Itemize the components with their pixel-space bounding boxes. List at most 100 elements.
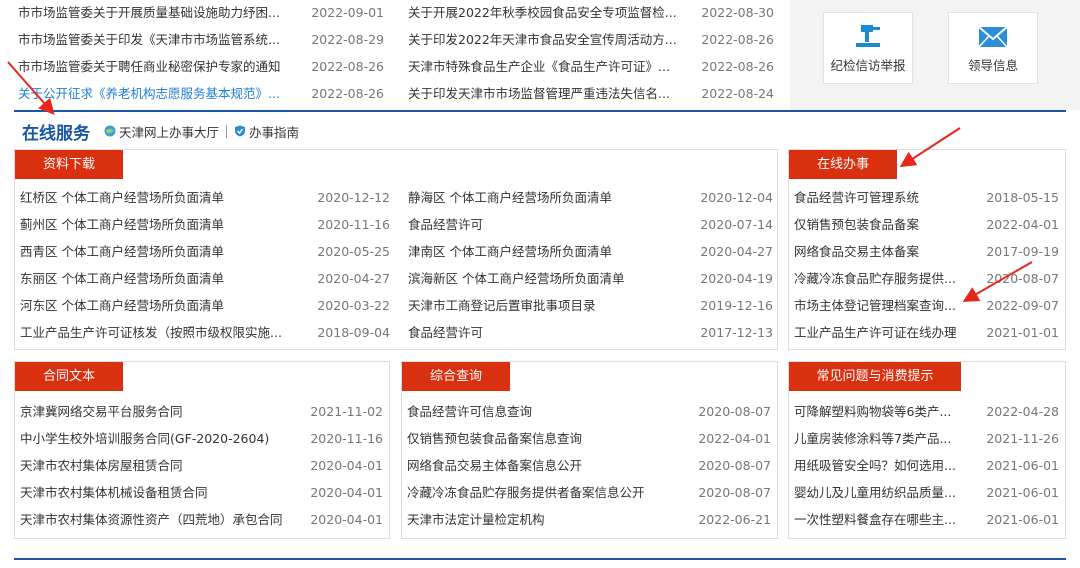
item-title[interactable]: 蓟州区 个体工商户经营场所负面清单 bbox=[20, 211, 224, 238]
news-title[interactable]: 关于印发天津市市场监督管理严重违法失信名... bbox=[408, 80, 678, 107]
news-item[interactable]: 市市场监管委关于开展质量基础设施助力纾困... 2022-09-01 bbox=[18, 0, 388, 26]
item-title[interactable]: 市场主体登记管理档案查询... bbox=[794, 292, 956, 319]
news-title[interactable]: 天津市特殊食品生产企业《食品生产许可证》... bbox=[408, 53, 678, 80]
item-title[interactable]: 天津市法定计量检定机构 bbox=[407, 506, 545, 533]
list-item[interactable]: 天津市农村集体房屋租赁合同 2020-04-01 bbox=[20, 452, 383, 479]
list-item[interactable]: 津南区 个体工商户经营场所负面清单 2020-04-27 bbox=[408, 238, 773, 265]
list-item[interactable]: 红桥区 个体工商户经营场所负面清单 2020-12-12 bbox=[20, 184, 390, 211]
item-title[interactable]: 食品经营许可信息查询 bbox=[407, 398, 532, 425]
item-title[interactable]: 天津市工商登记后置审批事项目录 bbox=[408, 292, 596, 319]
news-item[interactable]: 市市场监管委关于聘任商业秘密保护专家的通知 2022-08-26 bbox=[18, 53, 388, 80]
item-title[interactable]: 食品经营许可 bbox=[408, 211, 483, 238]
item-title[interactable]: 津南区 个体工商户经营场所负面清单 bbox=[408, 238, 612, 265]
list-item[interactable]: 冷藏冷冻食品贮存服务提供者备案信息公开 2020-08-07 bbox=[407, 479, 771, 506]
news-item[interactable]: 关于印发2022年天津市食品安全宣传周活动方... 2022-08-26 bbox=[408, 26, 778, 53]
contracts-tab[interactable]: 合同文本 bbox=[15, 362, 123, 391]
item-title[interactable]: 河东区 个体工商户经营场所负面清单 bbox=[20, 292, 224, 319]
item-title[interactable]: 冷藏冷冻食品贮存服务提供... bbox=[794, 265, 956, 292]
item-title[interactable]: 天津市农村集体资源性资产（四荒地）承包合同 bbox=[20, 506, 283, 533]
item-date: 2020-11-16 bbox=[317, 217, 390, 232]
item-title[interactable]: 婴幼儿及儿童用纺织品质量... bbox=[794, 479, 956, 506]
news-title[interactable]: 关于公开征求《养老机构志愿服务基本规范》... bbox=[18, 80, 288, 107]
list-item[interactable]: 西青区 个体工商户经营场所负面清单 2020-05-25 bbox=[20, 238, 390, 265]
news-title[interactable]: 市市场监管委关于开展质量基础设施助力纾困... bbox=[18, 0, 288, 26]
item-title[interactable]: 仅销售预包装食品备案信息查询 bbox=[407, 425, 582, 452]
item-date: 2017-09-19 bbox=[986, 244, 1059, 259]
list-item[interactable]: 仅销售预包装食品备案 2022-04-01 bbox=[794, 211, 1059, 238]
list-item[interactable]: 婴幼儿及儿童用纺织品质量... 2021-06-01 bbox=[794, 479, 1059, 506]
item-title[interactable]: 可降解塑料购物袋等6类产... bbox=[794, 398, 951, 425]
list-item[interactable]: 网络食品交易主体备案信息公开 2020-08-07 bbox=[407, 452, 771, 479]
item-date: 2018-09-04 bbox=[317, 325, 390, 340]
list-item[interactable]: 天津市农村集体资源性资产（四荒地）承包合同 2020-04-01 bbox=[20, 506, 383, 533]
news-title[interactable]: 市市场监管委关于印发《天津市市场监管系统... bbox=[18, 26, 288, 53]
news-item[interactable]: 关于公开征求《养老机构志愿服务基本规范》... 2022-08-26 bbox=[18, 80, 388, 107]
list-item[interactable]: 蓟州区 个体工商户经营场所负面清单 2020-11-16 bbox=[20, 211, 390, 238]
list-item[interactable]: 天津市法定计量检定机构 2022-06-21 bbox=[407, 506, 771, 533]
list-item[interactable]: 天津市工商登记后置审批事项目录 2019-12-16 bbox=[408, 292, 773, 319]
news-item[interactable]: 天津市特殊食品生产企业《食品生产许可证》... 2022-08-26 bbox=[408, 53, 778, 80]
item-title[interactable]: 工业产品生产许可证在线办理 bbox=[794, 319, 957, 346]
list-item[interactable]: 用纸吸管安全吗？如何选用... 2021-06-01 bbox=[794, 452, 1059, 479]
list-item[interactable]: 一次性塑料餐盒存在哪些主... 2021-06-01 bbox=[794, 506, 1059, 533]
item-title[interactable]: 中小学生校外培训服务合同(GF-2020-2604) bbox=[20, 425, 269, 452]
list-item[interactable]: 工业产品生产许可证在线办理 2021-01-01 bbox=[794, 319, 1059, 346]
list-item[interactable]: 滨海新区 个体工商户经营场所负面清单 2020-04-19 bbox=[408, 265, 773, 292]
item-title[interactable]: 天津市农村集体机械设备租赁合同 bbox=[20, 479, 208, 506]
news-item[interactable]: 关于印发天津市市场监督管理严重违法失信名... 2022-08-24 bbox=[408, 80, 778, 107]
news-date: 2022-08-26 bbox=[701, 59, 774, 74]
news-title[interactable]: 关于印发2022年天津市食品安全宣传周活动方... bbox=[408, 26, 678, 53]
list-item[interactable]: 食品经营许可管理系统 2018-05-15 bbox=[794, 184, 1059, 211]
guide-label[interactable]: 办事指南 bbox=[249, 122, 299, 141]
list-item[interactable]: 工业产品生产许可证核发（按照市级权限实施... 2018-09-04 bbox=[20, 319, 390, 346]
list-item[interactable]: 中小学生校外培训服务合同(GF-2020-2604) 2020-11-16 bbox=[20, 425, 383, 452]
item-title[interactable]: 仅销售预包装食品备案 bbox=[794, 211, 919, 238]
news-item[interactable]: 关于开展2022年秋季校园食品安全专项监督检... 2022-08-30 bbox=[408, 0, 778, 26]
list-item[interactable]: 食品经营许可信息查询 2020-08-07 bbox=[407, 398, 771, 425]
online-hall-label[interactable]: 天津网上办事大厅 bbox=[119, 122, 219, 141]
list-item[interactable]: 可降解塑料购物袋等6类产... 2022-04-28 bbox=[794, 398, 1059, 425]
list-item[interactable]: 儿童房装修涂料等7类产品... 2021-11-26 bbox=[794, 425, 1059, 452]
list-item[interactable]: 河东区 个体工商户经营场所负面清单 2020-03-22 bbox=[20, 292, 390, 319]
item-title[interactable]: 京津冀网络交易平台服务合同 bbox=[20, 398, 183, 425]
item-title[interactable]: 冷藏冷冻食品贮存服务提供者备案信息公开 bbox=[407, 479, 645, 506]
list-item[interactable]: 天津市农村集体机械设备租赁合同 2020-04-01 bbox=[20, 479, 383, 506]
item-title[interactable]: 红桥区 个体工商户经营场所负面清单 bbox=[20, 184, 224, 211]
item-title[interactable]: 工业产品生产许可证核发（按照市级权限实施... bbox=[20, 319, 282, 346]
list-item[interactable]: 网络食品交易主体备案 2017-09-19 bbox=[794, 238, 1059, 265]
list-item[interactable]: 东丽区 个体工商户经营场所负面清单 2020-04-27 bbox=[20, 265, 390, 292]
item-title[interactable]: 食品经营许可 bbox=[408, 319, 483, 346]
item-title[interactable]: 网络食品交易主体备案信息公开 bbox=[407, 452, 582, 479]
item-date: 2020-03-22 bbox=[317, 298, 390, 313]
news-title[interactable]: 市市场监管委关于聘任商业秘密保护专家的通知 bbox=[18, 53, 288, 80]
item-title[interactable]: 网络食品交易主体备案 bbox=[794, 238, 919, 265]
list-item[interactable]: 冷藏冷冻食品贮存服务提供... 2020-08-07 bbox=[794, 265, 1059, 292]
item-date: 2022-09-07 bbox=[986, 298, 1059, 313]
item-title[interactable]: 一次性塑料餐盒存在哪些主... bbox=[794, 506, 956, 533]
item-title[interactable]: 用纸吸管安全吗？如何选用... bbox=[794, 452, 956, 479]
discipline-report-button[interactable]: 纪检信访举报 bbox=[823, 12, 913, 84]
item-title[interactable]: 天津市农村集体房屋租赁合同 bbox=[20, 452, 183, 479]
guide-link[interactable]: 办事指南 bbox=[234, 122, 299, 141]
item-date: 2020-04-01 bbox=[310, 485, 383, 500]
leader-info-button[interactable]: 领导信息 bbox=[948, 12, 1038, 84]
online-hall-link[interactable]: 天津网上办事大厅 bbox=[104, 122, 219, 141]
query-tab[interactable]: 综合查询 bbox=[402, 362, 510, 391]
list-item[interactable]: 食品经营许可 2020-07-14 bbox=[408, 211, 773, 238]
item-title[interactable]: 儿童房装修涂料等7类产品... bbox=[794, 425, 951, 452]
item-title[interactable]: 静海区 个体工商户经营场所负面清单 bbox=[408, 184, 612, 211]
online-affairs-tab[interactable]: 在线办事 bbox=[789, 150, 897, 179]
news-title[interactable]: 关于开展2022年秋季校园食品安全专项监督检... bbox=[408, 0, 678, 26]
item-title[interactable]: 滨海新区 个体工商户经营场所负面清单 bbox=[408, 265, 624, 292]
list-item[interactable]: 仅销售预包装食品备案信息查询 2022-04-01 bbox=[407, 425, 771, 452]
downloads-tab[interactable]: 资料下载 bbox=[15, 150, 123, 179]
item-title[interactable]: 西青区 个体工商户经营场所负面清单 bbox=[20, 238, 224, 265]
list-item[interactable]: 京津冀网络交易平台服务合同 2021-11-02 bbox=[20, 398, 383, 425]
faq-tab[interactable]: 常见问题与消费提示 bbox=[789, 362, 961, 391]
news-item[interactable]: 市市场监管委关于印发《天津市市场监管系统... 2022-08-29 bbox=[18, 26, 388, 53]
list-item[interactable]: 食品经营许可 2017-12-13 bbox=[408, 319, 773, 346]
item-title[interactable]: 东丽区 个体工商户经营场所负面清单 bbox=[20, 265, 224, 292]
list-item[interactable]: 静海区 个体工商户经营场所负面清单 2020-12-04 bbox=[408, 184, 773, 211]
item-title[interactable]: 食品经营许可管理系统 bbox=[794, 184, 919, 211]
list-item[interactable]: 市场主体登记管理档案查询... 2022-09-07 bbox=[794, 292, 1059, 319]
